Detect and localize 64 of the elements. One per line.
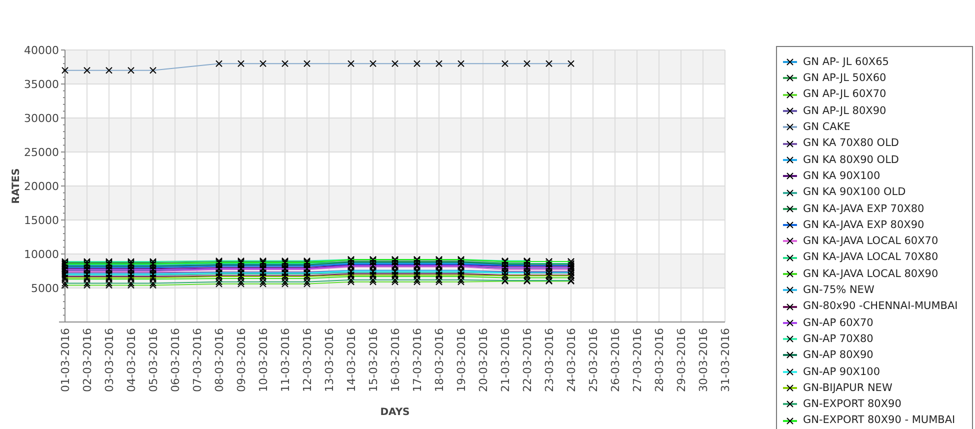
legend-label: GN-AP 90X100 [803,366,880,378]
legend-label: GN AP- JL 60X65 [803,56,889,68]
x-tick-label: 13-03-2016 [323,328,336,392]
legend-label: GN AP-JL 80X90 [803,106,886,116]
x-tick-label: 17-03-2016 [411,328,424,392]
x-tick-label: 23-03-2016 [543,328,556,392]
legend-label: GN-EXPORT 80X90 [803,399,902,410]
x-tick-label: 01-03-2016 [59,328,72,392]
x-tick-label: 15-03-2016 [367,328,380,392]
y-tick-label: 15000 [24,214,59,227]
legend-label: GN-75% NEW [803,285,874,296]
x-tick-label: 31-03-2016 [719,328,732,392]
x-tick-label: 26-03-2016 [609,328,622,392]
x-tick-label: 07-03-2016 [191,328,204,392]
x-tick-label: 03-03-2016 [103,328,116,392]
legend-label: GN-EXPORT 80X90 - MUMBAI [803,415,956,426]
x-tick-label: 14-03-2016 [345,328,358,392]
x-tick-label: 12-03-2016 [301,328,314,392]
legend-label: GN-AP 80X90 [803,350,874,361]
x-tick-label: 18-03-2016 [433,328,446,392]
y-tick-label: 10000 [24,248,59,261]
legend-label: GN AP-JL 60X70 [803,89,886,100]
legend-label: GN KA-JAVA EXP 70X80 [803,204,924,214]
legend-label: GN KA 80X90 OLD [803,154,900,166]
x-tick-label: 28-03-2016 [653,328,666,392]
x-tick-label: 19-03-2016 [455,328,468,392]
legend-label: GN KA 90X100 OLD [803,187,906,198]
y-tick-label: 5000 [31,282,59,295]
x-tick-label: 04-03-2016 [125,328,138,392]
legend-label: GN KA-JAVA LOCAL 80X90 [803,268,938,280]
legend-label: GN-80x90 -CHENNAI-MUMBAI [803,301,958,312]
legend-label: GN KA-JAVA EXP 80X90 [803,220,924,230]
legend-label: GN-AP 60X70 [803,318,874,328]
x-tick-label: 29-03-2016 [675,328,688,392]
x-tick-label: 09-03-2016 [235,328,248,392]
x-tick-label: 06-03-2016 [169,328,182,392]
x-tick-label: 20-03-2016 [477,328,490,392]
legend-label: GN KA-JAVA LOCAL 60X70 [803,236,938,247]
x-tick-label: 08-03-2016 [213,328,226,392]
legend-label: GN-BIJAPUR NEW [803,382,892,394]
x-tick-label: 05-03-2016 [147,328,160,392]
x-tick-label: 21-03-2016 [499,328,512,392]
x-tick-label: 22-03-2016 [521,328,534,392]
x-tick-label: 16-03-2016 [389,328,402,392]
x-tick-label: 25-03-2016 [587,328,600,392]
x-tick-label: 30-03-2016 [697,328,710,392]
axis-title: DAYS [380,407,410,418]
x-tick-label: 24-03-2016 [565,328,578,392]
x-tick-label: 02-03-2016 [81,328,94,392]
x-tick-label: 10-03-2016 [257,328,270,392]
legend-label: GN KA-JAVA LOCAL 70X80 [803,252,938,263]
legend-label: GN KA 90X100 [803,170,880,182]
y-tick-label: 35000 [24,78,59,91]
x-tick-label: 11-03-2016 [279,328,292,392]
y-tick-label: 40000 [24,44,59,57]
y-tick-label: 25000 [24,146,59,159]
axis-title: RATES [11,168,22,204]
y-tick-label: 30000 [24,112,59,125]
legend-label: GN CAKE [803,122,850,133]
legend-label: GN KA 70X80 OLD [803,138,900,149]
legend-label: GN-AP 70X80 [803,334,874,344]
y-tick-label: 20000 [24,180,59,193]
legend-label: GN AP-JL 50X60 [803,73,886,84]
x-tick-label: 27-03-2016 [631,328,644,392]
